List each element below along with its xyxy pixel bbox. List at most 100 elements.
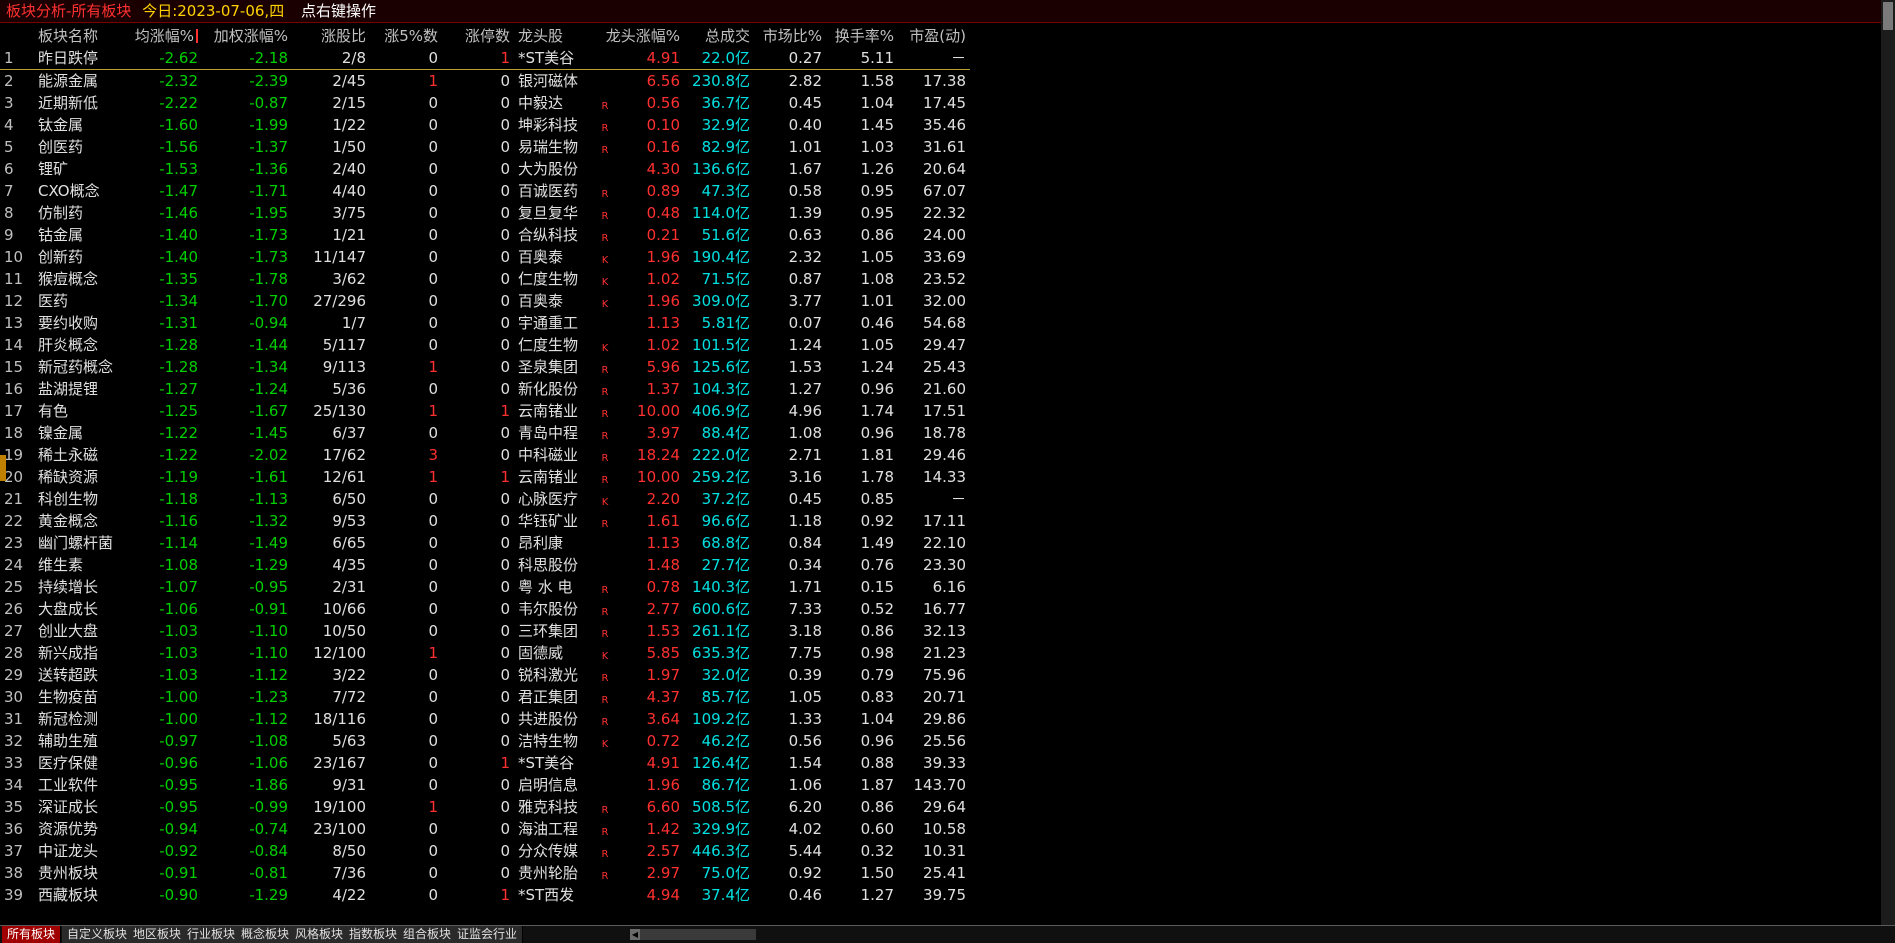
table-row[interactable]: 18 镍金属 -1.22 -1.45 6/37 0 0 青岛中程 R 3.97 88.4亿 1.08 0… <box>0 422 970 444</box>
weighted-change: -1.36 <box>249 160 288 178</box>
leader-stock: 心脉医疗 <box>518 490 579 508</box>
table-row[interactable]: 31 新冠检测 -1.00 -1.12 18/116 0 0 共进股份 R 3.64 109.2亿 1… <box>0 708 970 730</box>
header-up5-count[interactable]: 涨5%数 <box>370 25 438 47</box>
header-market-ratio[interactable]: 市场比% <box>752 25 822 47</box>
table-row[interactable]: 14 肝炎概念 -1.28 -1.44 5/117 0 0 仁度生物 K 1.02 101.5亿 1.… <box>0 334 970 356</box>
weighted-change: -1.29 <box>249 556 288 574</box>
avg-change: -1.03 <box>159 622 198 640</box>
table-row[interactable]: 22 黄金概念 -1.16 -1.32 9/53 0 0 华钰矿业 R 1.61 96.6亿 1.18… <box>0 510 970 532</box>
limit-up-count: 0 <box>500 578 510 596</box>
header-pe[interactable]: 市盈(动) <box>896 25 966 47</box>
up5-count: 0 <box>428 842 438 860</box>
tab-1[interactable]: 所有板块 <box>2 926 62 943</box>
leader-stock: 坤彩科技 <box>518 116 579 134</box>
header-total-amount[interactable]: 总成交 <box>680 25 750 47</box>
table-row[interactable]: 5 创医药 -1.56 -1.37 1/50 0 0 易瑞生物 R 0.16 82.9亿 1.01 1.… <box>0 136 970 158</box>
header-turnover[interactable]: 换手率% <box>826 25 894 47</box>
weighted-change: -2.18 <box>249 49 288 67</box>
up-ratio: 10/66 <box>322 600 366 618</box>
up5-count: 0 <box>428 160 438 178</box>
tab-2[interactable]: 自定义板块 <box>62 926 134 943</box>
weighted-change: -1.12 <box>249 710 288 728</box>
table-row[interactable]: 32 辅助生殖 -0.97 -1.08 5/63 0 0 洁特生物 K 0.72 46.2亿 0.56… <box>0 730 970 752</box>
scrollbar-thumb[interactable] <box>1883 2 1893 30</box>
scroll-left-arrow-icon[interactable]: ◀ <box>630 929 640 940</box>
turnover: 0.85 <box>860 490 894 508</box>
avg-change: -1.27 <box>159 380 198 398</box>
tab-5[interactable]: 概念板块 <box>236 926 296 943</box>
header-leader-stock[interactable]: 龙头股 <box>518 25 588 47</box>
table-row[interactable]: 13 要约收购 -1.31 -0.94 1/7 0 0 宇通重工 1.13 5.81亿 0.07 0.… <box>0 312 970 334</box>
table-row[interactable]: 20 稀缺资源 -1.19 -1.61 12/61 1 1 云南锗业 R 10.00 259.2亿 3… <box>0 466 970 488</box>
table-row[interactable]: 25 持续增长 -1.07 -0.95 2/31 0 0 粤 水 电 R 0.78 140.3亿 1.… <box>0 576 970 598</box>
table-row[interactable]: 8 仿制药 -1.46 -1.95 3/75 0 0 复旦复华 R 0.48 114.0亿 1.39 0… <box>0 202 970 224</box>
table-row[interactable]: 30 生物疫苗 -1.00 -1.23 7/72 0 0 君正集团 R 4.37 85.7亿 1.05… <box>0 686 970 708</box>
table-row[interactable]: 12 医药 -1.34 -1.70 27/296 0 0 百奥泰 K 1.96 309.0亿 3.77… <box>0 290 970 312</box>
table-row[interactable]: 37 中证龙头 -0.92 -0.84 8/50 0 0 分众传媒 R 2.57 446.3亿 5.4… <box>0 840 970 862</box>
table-row[interactable]: 28 新兴成指 -1.03 -1.10 12/100 1 0 固德威 K 5.85 635.3亿 7.… <box>0 642 970 664</box>
vertical-scrollbar[interactable] <box>1881 0 1895 943</box>
weighted-change: -1.37 <box>249 138 288 156</box>
table-row[interactable]: 26 大盘成长 -1.06 -0.91 10/66 0 0 韦尔股份 R 2.77 600.6亿 7.… <box>0 598 970 620</box>
turnover: 0.88 <box>860 754 894 772</box>
row-number: 23 <box>4 534 24 552</box>
up5-count: 0 <box>428 182 438 200</box>
tab-7[interactable]: 指数板块 <box>344 926 404 943</box>
table-row[interactable]: 27 创业大盘 -1.03 -1.10 10/50 0 0 三环集团 R 1.53 261.1亿 3.… <box>0 620 970 642</box>
table-row[interactable]: 35 深证成长 -0.95 -0.99 19/100 1 0 雅克科技 R 6.60 508.5亿 6… <box>0 796 970 818</box>
limit-up-count: 0 <box>500 732 510 750</box>
side-collapse-handle[interactable] <box>0 455 6 481</box>
header-weighted-change[interactable]: 加权涨幅% <box>200 25 288 47</box>
table-row[interactable]: 24 维生素 -1.08 -1.29 4/35 0 0 科思股份 1.48 27.7亿 0.34 0.… <box>0 554 970 576</box>
header-leader-change[interactable]: 龙头涨幅% <box>600 25 680 47</box>
total-amount: 109.2亿 <box>692 710 750 728</box>
table-row[interactable]: 17 有色 -1.25 -1.67 25/130 1 1 云南锗业 R 10.00 406.9亿 4.… <box>0 400 970 422</box>
table-row[interactable]: 21 科创生物 -1.18 -1.13 6/50 0 0 心脉医疗 K 2.20 37.2亿 0.45… <box>0 488 970 510</box>
table-row[interactable]: 38 贵州板块 -0.91 -0.81 7/36 0 0 贵州轮胎 R 2.97 75.0亿 0.92… <box>0 862 970 884</box>
limit-up-count: 1 <box>500 754 510 772</box>
table-row[interactable]: 1 昨日跌停 -2.62 -2.18 2/8 0 1 *ST美谷 4.91 22.0亿 0.27 5.… <box>0 47 970 70</box>
row-number: 20 <box>4 468 24 486</box>
table-row[interactable]: 10 创新药 -1.40 -1.73 11/147 0 0 百奥泰 K 1.96 190.4亿 2.3… <box>0 246 970 268</box>
avg-change: -0.95 <box>159 798 198 816</box>
tab-6[interactable]: 风格板块 <box>290 926 350 943</box>
market-ratio: 3.18 <box>788 622 822 640</box>
table-row[interactable]: 2 能源金属 -2.32 -2.39 2/45 1 0 银河磁体 6.56 230.8亿 2.82 1… <box>0 70 970 92</box>
table-row[interactable]: 9 钴金属 -1.40 -1.73 1/21 0 0 合纵科技 R 0.21 51.6亿 0.63 0.… <box>0 224 970 246</box>
turnover: 0.52 <box>860 600 894 618</box>
table-row[interactable]: 11 猴痘概念 -1.35 -1.78 3/62 0 0 仁度生物 K 1.02 71.5亿 0.87… <box>0 268 970 290</box>
row-number: 25 <box>4 578 24 596</box>
leader-stock: 青岛中程 <box>518 424 579 442</box>
table-row[interactable]: 19 稀土永磁 -1.22 -2.02 17/62 3 0 中科磁业 R 18.24 222.0亿 2… <box>0 444 970 466</box>
table-row[interactable]: 6 锂矿 -1.53 -1.36 2/40 0 0 大为股份 4.30 136.6亿 1.67 1.2… <box>0 158 970 180</box>
horizontal-scrollbar[interactable]: ◀ <box>630 929 756 940</box>
up5-count: 0 <box>428 710 438 728</box>
table-row[interactable]: 29 送转超跌 -1.03 -1.12 3/22 0 0 锐科激光 R 1.97 32.0亿 0.39… <box>0 664 970 686</box>
weighted-change: -0.74 <box>249 820 288 838</box>
table-row[interactable]: 4 钛金属 -1.60 -1.99 1/22 0 0 坤彩科技 R 0.10 32.9亿 0.40 1.… <box>0 114 970 136</box>
weighted-change: -0.87 <box>249 94 288 112</box>
tab-4[interactable]: 行业板块 <box>182 926 242 943</box>
leader-change: 0.21 <box>646 226 680 244</box>
total-amount: 32.0亿 <box>701 666 750 684</box>
table-row[interactable]: 39 西藏板块 -0.90 -1.29 4/22 0 1 *ST西发 4.94 37.4亿 0.46… <box>0 884 970 906</box>
header-up-ratio[interactable]: 涨股比 <box>290 25 366 47</box>
header-limit-up-count[interactable]: 涨停数 <box>440 25 510 47</box>
tab-8[interactable]: 组合板块 <box>398 926 458 943</box>
table-row[interactable]: 34 工业软件 -0.95 -1.86 9/31 0 0 启明信息 1.96 86.7亿 1.06 1… <box>0 774 970 796</box>
limit-up-count: 0 <box>500 666 510 684</box>
table-row[interactable]: 15 新冠药概念 -1.28 -1.34 9/113 1 0 圣泉集团 R 5.96 125.6亿 1… <box>0 356 970 378</box>
table-row[interactable]: 16 盐湖提锂 -1.27 -1.24 5/36 0 0 新化股份 R 1.37 104.3亿 1.2… <box>0 378 970 400</box>
table-row[interactable]: 33 医疗保健 -0.96 -1.06 23/167 0 1 *ST美谷 4.91 126.4亿 1… <box>0 752 970 774</box>
weighted-change: -0.84 <box>249 842 288 860</box>
tab-3[interactable]: 地区板块 <box>128 926 188 943</box>
up5-count: 0 <box>428 292 438 310</box>
table-row[interactable]: 23 幽门螺杆菌 -1.14 -1.49 6/65 0 0 昂利康 1.13 68.8亿 0.84 1… <box>0 532 970 554</box>
table-row[interactable]: 3 近期新低 -2.22 -0.87 2/15 0 0 中毅达 R 0.56 36.7亿 0.45 1.… <box>0 92 970 114</box>
pe-ratio: 33.69 <box>923 248 966 266</box>
header-avg-change[interactable]: 均涨幅% <box>120 25 198 47</box>
up5-count: 0 <box>428 94 438 112</box>
tab-9[interactable]: 证监会行业 <box>452 926 524 943</box>
table-row[interactable]: 36 资源优势 -0.94 -0.74 23/100 0 0 海油工程 R 1.42 329.9亿 4… <box>0 818 970 840</box>
table-row[interactable]: 7 CXO概念 -1.47 -1.71 4/40 0 0 百诚医药 R 0.89 47.3亿 0.58… <box>0 180 970 202</box>
